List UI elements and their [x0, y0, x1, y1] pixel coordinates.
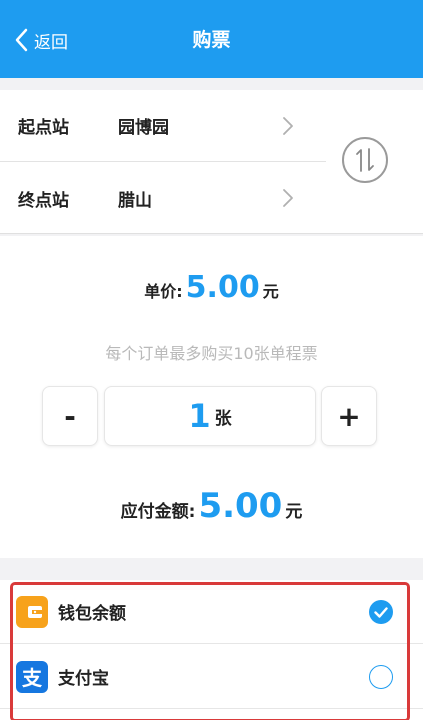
unit-price: 单价: 5.00 元 [0, 270, 423, 305]
page-title: 购票 [192, 29, 231, 51]
payment-option-alipay[interactable]: 支 支付宝 [0, 645, 423, 709]
unit-price-unit: 元 [262, 282, 279, 301]
start-station-value: 园博园 [118, 118, 169, 138]
quantity-field[interactable]: 1 张 [104, 386, 316, 446]
end-station-value: 腊山 [118, 190, 152, 211]
chevron-right-icon [283, 189, 293, 207]
total-unit: 元 [285, 502, 303, 522]
wallet-icon [16, 595, 48, 628]
start-station-row[interactable]: 起点站 园博园 [0, 90, 326, 162]
quantity-value: 1 [188, 397, 211, 435]
radio-unselected-icon[interactable] [369, 664, 393, 689]
total-amount: 应付金额:5.00 元 [0, 486, 423, 526]
payment-option-wallet[interactable]: 钱包余额 [0, 580, 423, 644]
end-station-row[interactable]: 终点站 腊山 [0, 162, 326, 234]
end-station-label: 终点站 [18, 190, 69, 211]
swap-stations-button[interactable] [342, 137, 388, 183]
swap-icon [356, 148, 374, 172]
decrease-quantity-button[interactable]: - [42, 386, 98, 446]
alipay-icon: 支 [16, 660, 48, 693]
unit-price-value: 5.00 [185, 270, 260, 305]
nav-bar: 返回 购票 [0, 0, 423, 78]
quantity-unit: 张 [214, 408, 232, 429]
increase-quantity-button[interactable]: + [321, 386, 377, 446]
alipay-label: 支付宝 [58, 669, 109, 689]
unit-price-label: 单价: [144, 282, 183, 301]
chevron-right-icon [283, 117, 293, 135]
total-label: 应付金额: [120, 502, 196, 522]
checkmark-icon[interactable] [369, 599, 393, 624]
total-value: 5.00 [198, 486, 283, 526]
wallet-label: 钱包余额 [58, 604, 126, 624]
purchase-limit-note: 每个订单最多购买10张单程票 [105, 344, 318, 363]
start-station-label: 起点站 [18, 118, 69, 138]
